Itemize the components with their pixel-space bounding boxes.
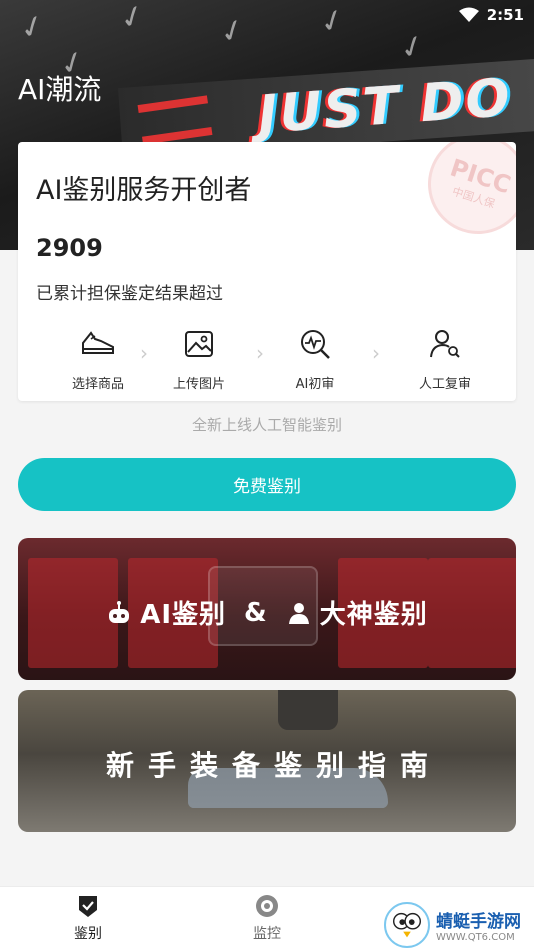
step-upload-image[interactable]: 上传图片 (144, 325, 254, 392)
person-search-icon (430, 330, 460, 358)
step-label: AI初审 (295, 377, 335, 392)
ai-scan-icon (301, 330, 330, 359)
leg-decoration (278, 690, 338, 730)
banner-ai-and-expert-authentication[interactable]: AI鉴别 & 大神鉴别 (18, 538, 516, 680)
step-select-product[interactable]: 选择商品 (43, 325, 153, 392)
process-steps: 选择商品 › 上传图片 › AI初审 › 人工复审 (18, 325, 516, 395)
person-icon (288, 602, 309, 624)
image-icon (185, 331, 213, 357)
chevron-right-icon: › (372, 341, 380, 365)
card-subtitle: 已累计担保鉴定结果超过 (36, 284, 223, 304)
site-watermark: 蜻蜓手游网 WWW.QT6.COM (384, 900, 534, 949)
banner-part-expert: 大神鉴别 (319, 600, 428, 630)
swoosh-icon: ✓ (394, 26, 431, 69)
banner-part-ai: AI鉴别 (140, 600, 227, 630)
step-label: 人工复审 (418, 377, 471, 392)
wifi-icon (458, 7, 479, 23)
robot-icon (109, 600, 130, 623)
watermark-url: WWW.QT6.COM (436, 931, 515, 943)
banner-title: 新手装备鉴别指南 (105, 749, 442, 782)
tagline: 全新上线人工智能鉴别 (191, 416, 342, 434)
step-label: 上传图片 (172, 377, 225, 392)
card-title: AI鉴别服务开创者 (36, 175, 252, 206)
swoosh-icon: ✓ (214, 10, 251, 53)
app-title: AI潮流 (18, 73, 102, 106)
free-authentication-button[interactable]: 免费鉴别 (18, 458, 516, 511)
step-manual-review[interactable]: 人工复审 (390, 325, 500, 392)
shield-check-icon (79, 896, 97, 917)
watermark-title: 蜻蜓手游网 (436, 911, 521, 932)
dragonfly-logo-icon (384, 901, 430, 948)
status-time: 2:51 (486, 6, 524, 24)
banner-separator: & (244, 597, 268, 628)
summary-card: PICC 中国人保 AI鉴别服务开创者 2909 已累计担保鉴定结果超过 选择商… (18, 142, 516, 401)
picc-seal: PICC 中国人保 (414, 142, 516, 248)
step-label: 选择商品 (71, 377, 124, 392)
guarantee-count: 2909 (36, 234, 103, 262)
tab-label: 监控 (253, 926, 281, 942)
swoosh-icon: ✓ (114, 0, 151, 39)
sneaker-icon (82, 331, 114, 354)
banner-beginner-guide[interactable]: 新手装备鉴别指南 (18, 690, 516, 832)
banner-title: AI鉴别 & 大神鉴别 (18, 594, 516, 631)
status-bar: 2:51 (458, 4, 524, 26)
tab-authenticate[interactable]: 鉴别 (43, 893, 133, 943)
tab-monitor[interactable]: 监控 (222, 893, 312, 943)
radar-icon (256, 895, 278, 917)
step-ai-review[interactable]: AI初审 (260, 325, 370, 392)
swoosh-icon: ✓ (14, 6, 51, 49)
tab-label: 鉴别 (74, 926, 102, 942)
swoosh-icon: ✓ (314, 0, 351, 43)
